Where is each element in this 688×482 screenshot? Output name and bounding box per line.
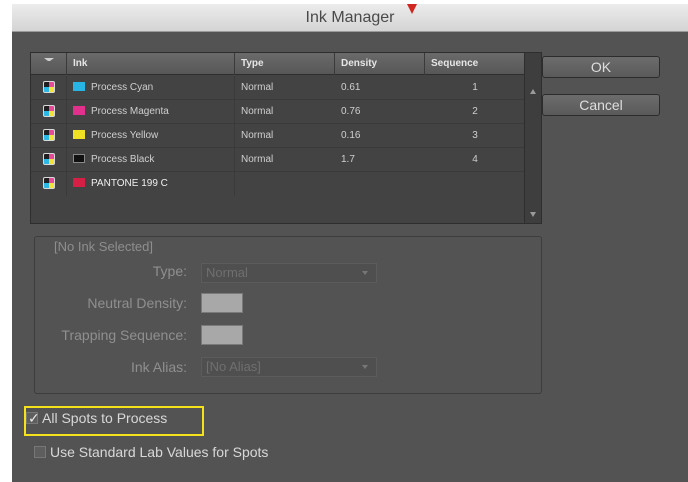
ink-density: 1.7	[341, 154, 355, 165]
ink-type: Normal	[241, 82, 274, 93]
column-header-ink[interactable]: Ink	[67, 53, 235, 75]
ink-type	[235, 172, 335, 196]
process-ink-icon[interactable]	[42, 105, 55, 118]
process-ink-icon[interactable]	[42, 153, 55, 166]
table-scrollbar[interactable]	[524, 53, 541, 223]
cancel-button[interactable]: Cancel	[542, 94, 660, 116]
trapping-sequence-label: Trapping Sequence:	[61, 327, 187, 343]
ink-type: Normal	[241, 106, 274, 117]
chevron-down-icon	[362, 365, 368, 369]
ink-density: 0.16	[341, 130, 361, 141]
ink-alias-label: Ink Alias:	[130, 359, 187, 375]
column-header-sequence[interactable]: Sequence	[425, 53, 525, 75]
standard-lab-values-option[interactable]: Use Standard Lab Values for Spots	[34, 442, 268, 462]
highlight-frame	[24, 406, 204, 436]
ink-density: 0.76	[341, 106, 361, 117]
spot-ink-convert-icon[interactable]	[42, 177, 55, 190]
ink-type: Normal	[241, 130, 274, 141]
process-ink-icon[interactable]	[42, 81, 55, 94]
ink-type: Normal	[241, 154, 274, 165]
table-header: Ink Type Density Sequence	[31, 53, 525, 75]
table-row[interactable]: Process Yellow Normal 0.16 3	[31, 124, 525, 148]
ink-sequence: 4	[472, 154, 478, 165]
ink-name: Process Cyan	[91, 82, 154, 93]
ink-name: Process Magenta	[91, 106, 169, 117]
window-title: Ink Manager	[305, 9, 395, 26]
process-ink-icon[interactable]	[42, 129, 55, 142]
neutral-density-label: Neutral Density:	[87, 295, 187, 311]
trapping-sequence-field[interactable]	[201, 325, 243, 345]
color-swatch	[73, 105, 85, 115]
stamp-icon	[43, 57, 54, 69]
ink-details-group: [No Ink Selected] Type: Normal Neutral D…	[34, 236, 542, 394]
type-label: Type:	[152, 263, 187, 279]
standard-lab-checkbox[interactable]	[34, 446, 46, 459]
ink-sequence: 2	[472, 106, 478, 117]
ink-density: 0.61	[341, 82, 361, 93]
neutral-density-field[interactable]	[201, 293, 243, 313]
ink-alias-value: [No Alias]	[206, 359, 261, 374]
column-header-density[interactable]: Density	[335, 53, 425, 75]
table-row[interactable]: PANTONE 199 C	[31, 172, 525, 196]
type-select-value: Normal	[206, 265, 248, 280]
scroll-up-arrow-icon[interactable]	[530, 89, 536, 94]
ink-manager-window: Ink Manager Ink Type Density Sequence Pr…	[12, 4, 688, 482]
table-row[interactable]: Process Black Normal 1.7 4	[31, 148, 525, 172]
color-swatch	[73, 177, 85, 187]
color-swatch	[73, 81, 85, 91]
ink-rows: Process Cyan Normal 0.61 1 Process Magen…	[31, 76, 525, 196]
table-row[interactable]: Process Magenta Normal 0.76 2	[31, 100, 525, 124]
color-swatch	[73, 153, 85, 163]
annotation-arrow-icon	[407, 4, 417, 14]
column-header-type[interactable]: Type	[235, 53, 335, 75]
ok-button[interactable]: OK	[542, 56, 660, 78]
type-select[interactable]: Normal	[201, 263, 377, 283]
ink-alias-select[interactable]: [No Alias]	[201, 357, 377, 377]
ink-sequence: 3	[472, 130, 478, 141]
title-bar[interactable]: Ink Manager	[12, 4, 688, 32]
scroll-down-arrow-icon[interactable]	[530, 212, 536, 217]
table-row[interactable]: Process Cyan Normal 0.61 1	[31, 76, 525, 100]
standard-lab-label: Use Standard Lab Values for Spots	[50, 444, 269, 460]
ink-sequence	[425, 172, 525, 196]
ink-sequence: 1	[472, 82, 478, 93]
ink-name: Process Yellow	[91, 130, 159, 141]
ink-name: Process Black	[91, 154, 155, 165]
ink-table: Ink Type Density Sequence Process Cyan N…	[30, 52, 542, 224]
chevron-down-icon	[362, 271, 368, 275]
selected-ink-title: [No Ink Selected]	[51, 239, 156, 254]
ink-name: PANTONE 199 C	[91, 178, 168, 189]
print-column-header[interactable]	[31, 53, 67, 75]
color-swatch	[73, 129, 85, 139]
ink-density	[335, 172, 425, 196]
